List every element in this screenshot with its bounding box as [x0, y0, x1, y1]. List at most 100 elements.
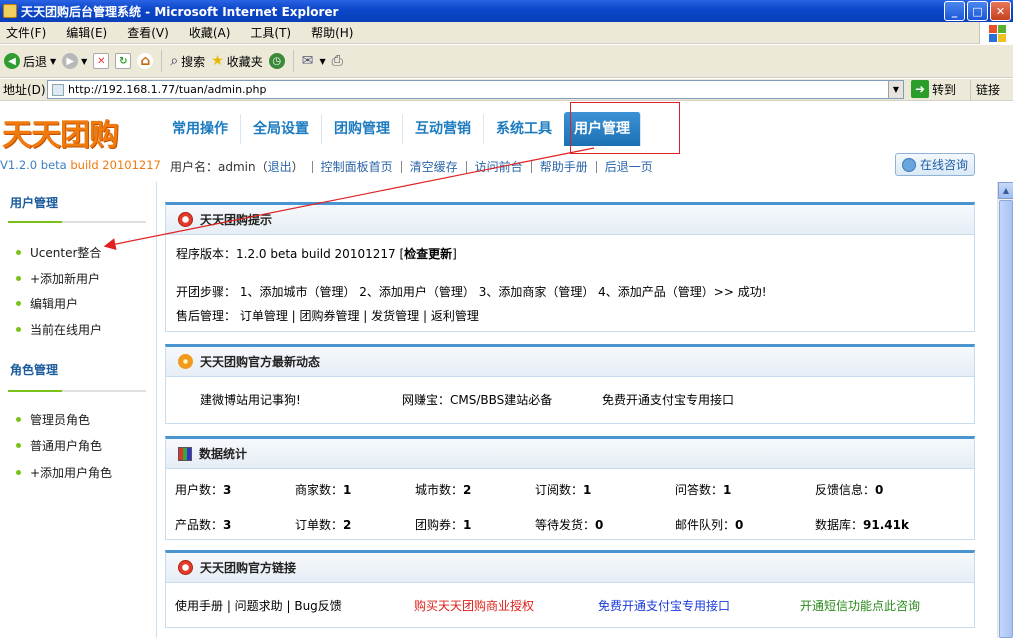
- stat-value: 3: [223, 483, 232, 497]
- news-item[interactable]: 网赚宝：CMS/BBS建站必备: [402, 391, 552, 408]
- alipay-interface-link[interactable]: 免费开通支付宝专用接口: [598, 597, 730, 614]
- tab-system-tools[interactable]: 系统工具: [484, 114, 564, 144]
- bullet-icon: [16, 276, 21, 281]
- menu-favorites[interactable]: 收藏(A): [189, 24, 231, 41]
- subnav-dashboard[interactable]: 控制面板首页: [311, 161, 401, 173]
- refresh-icon[interactable]: ↻: [115, 53, 132, 69]
- sidebar-item-ucenter[interactable]: Ucenter整合: [16, 244, 101, 261]
- back-button[interactable]: ◀ 后退 ▼: [4, 53, 56, 70]
- menu-edit[interactable]: 编辑(E): [66, 24, 107, 41]
- stat-label: 订阅数：: [535, 483, 584, 497]
- back-dropdown-icon[interactable]: ▼: [50, 57, 56, 66]
- address-url: http://192.168.1.77/tuan/admin.php: [68, 83, 267, 96]
- news-panel-header: 天天团购官方最新动态: [166, 347, 974, 377]
- forward-button[interactable]: ▶ ▼: [62, 53, 87, 69]
- annotation-highlight-box: [570, 102, 680, 154]
- sidebar-item-online-users[interactable]: 当前在线用户: [16, 321, 102, 338]
- sidebar-divider: [8, 390, 146, 392]
- forward-dropdown-icon[interactable]: ▼: [81, 57, 87, 66]
- tab-common-ops[interactable]: 常用操作: [160, 114, 241, 144]
- stat-label: 反馈信息：: [815, 483, 876, 497]
- stat-label: 用户数：: [175, 483, 224, 497]
- stat-label: 城市数：: [415, 483, 464, 497]
- sidebar-divider: [8, 221, 146, 223]
- stop-icon[interactable]: ✕: [93, 53, 110, 69]
- stat-label: 产品数：: [175, 518, 224, 532]
- stat-pending-shipment: 等待发货：0: [535, 516, 675, 533]
- tab-marketing[interactable]: 互动营销: [403, 114, 484, 144]
- sms-consult-link[interactable]: 开通短信功能点此咨询: [800, 597, 920, 614]
- stat-value: 2: [343, 518, 352, 532]
- favorites-button[interactable]: ★ 收藏夹: [211, 53, 263, 70]
- sidebar-item-edit-user[interactable]: 编辑用户: [16, 295, 78, 312]
- subnav-clear-cache[interactable]: 清空缓存: [400, 161, 466, 173]
- sidebar-item-label: 编辑用户: [30, 297, 79, 311]
- sidebar-section-title-roles: 角色管理: [10, 363, 59, 377]
- history-icon[interactable]: ◷: [268, 53, 285, 69]
- stat-orders: 订单数：2: [295, 516, 415, 533]
- maximize-button[interactable]: □: [967, 1, 988, 21]
- tab-group-buy[interactable]: 团购管理: [322, 114, 403, 144]
- news-item[interactable]: 免费开通支付宝专用接口: [602, 391, 734, 408]
- scroll-up-icon[interactable]: ▲: [998, 182, 1013, 199]
- username-text: 用户名：admin（退出）: [160, 161, 312, 173]
- menu-file[interactable]: 文件(F): [6, 24, 46, 41]
- stat-value: 0: [735, 518, 744, 532]
- browser-toolbar: ◀ 后退 ▼ ▶ ▼ ✕ ↻ ⌂ ⌕ 搜索 ★ 收藏夹 ◷ ✉ ▼ ⎙: [0, 45, 1013, 78]
- mail-icon[interactable]: ✉: [302, 53, 314, 69]
- sidebar-item-user-role[interactable]: 普通用户角色: [16, 437, 102, 454]
- tab-global-settings[interactable]: 全局设置: [241, 114, 322, 144]
- online-consult-button[interactable]: 在线咨询: [895, 153, 975, 176]
- address-input[interactable]: http://192.168.1.77/tuan/admin.php ▼: [47, 80, 904, 99]
- minimize-button[interactable]: _: [944, 1, 965, 21]
- favorites-label: 收藏夹: [226, 54, 263, 69]
- toolbar-separator: [161, 50, 163, 72]
- sidebar-item-admin-role[interactable]: 管理员角色: [16, 411, 90, 428]
- version-prefix: V1.2.0 beta: [0, 158, 67, 172]
- close-button[interactable]: ✕: [990, 1, 1011, 21]
- sidebar-item-add-role[interactable]: +添加用户角色: [16, 464, 112, 481]
- buy-license-link[interactable]: 购买天天团购商业授权: [414, 597, 534, 614]
- logout-link[interactable]: 退出: [268, 160, 292, 174]
- links-panel: 天天团购官方链接 使用手册 | 问题求助 | Bug反馈 购买天天团购商业授权 …: [165, 550, 975, 628]
- sidebar-item-label: 管理员角色: [30, 413, 91, 427]
- news-item[interactable]: 建微博站用记事狗!: [200, 391, 301, 408]
- stat-value: 1: [723, 483, 732, 497]
- sidebar-item-add-user[interactable]: +添加新用户: [16, 270, 100, 287]
- subnav-go-back[interactable]: 后退一页: [595, 161, 661, 173]
- grid-icon: [178, 446, 192, 461]
- stat-value: 0: [875, 483, 884, 497]
- stat-cities: 城市数：2: [415, 481, 535, 498]
- flower-icon: [178, 354, 193, 369]
- menu-tools[interactable]: 工具(T): [250, 24, 291, 41]
- address-dropdown-icon[interactable]: ▼: [888, 81, 903, 98]
- menu-help[interactable]: 帮助(H): [311, 24, 353, 41]
- stat-label: 等待发货：: [535, 518, 596, 532]
- subnav-visit-frontend[interactable]: 访问前台: [465, 161, 531, 173]
- online-consult-label: 在线咨询: [919, 158, 968, 172]
- tips-panel: 天天团购提示 程序版本：1.2.0 beta build 20101217 [检…: [165, 202, 975, 332]
- go-button[interactable]: ➜ 转到: [911, 80, 956, 98]
- stat-label: 问答数：: [675, 483, 724, 497]
- news-panel: 天天团购官方最新动态 建微博站用记事狗! 网赚宝：CMS/BBS建站必备 免费开…: [165, 344, 975, 424]
- main-nav: 常用操作 全局设置 团购管理 互动营销 系统工具 用户管理: [160, 112, 641, 146]
- stat-subscriptions: 订阅数：1: [535, 481, 675, 498]
- scroll-thumb[interactable]: [999, 200, 1013, 638]
- links-button[interactable]: 链接: [970, 80, 1000, 100]
- menu-view[interactable]: 查看(V): [127, 24, 169, 41]
- vertical-scrollbar[interactable]: ▲: [997, 182, 1013, 638]
- sidebar-item-label: +添加新用户: [30, 272, 101, 286]
- stat-label: 邮件队列：: [675, 518, 736, 532]
- print-icon[interactable]: ⎙: [332, 53, 343, 69]
- manual-help-bug-links[interactable]: 使用手册 | 问题求助 | Bug反馈: [175, 597, 342, 614]
- stat-value: 91.41k: [863, 518, 909, 532]
- bullet-icon: [16, 301, 21, 306]
- search-button[interactable]: ⌕ 搜索: [170, 53, 205, 70]
- star-icon: ★: [211, 53, 224, 69]
- subnav-help-manual[interactable]: 帮助手册: [530, 161, 596, 173]
- home-icon[interactable]: ⌂: [137, 53, 154, 69]
- check-update-link[interactable]: 检查更新: [404, 247, 452, 261]
- version-build: build 20101217: [66, 158, 161, 172]
- links-panel-title: 天天团购官方链接: [200, 561, 297, 575]
- mail-dropdown-icon[interactable]: ▼: [320, 57, 326, 66]
